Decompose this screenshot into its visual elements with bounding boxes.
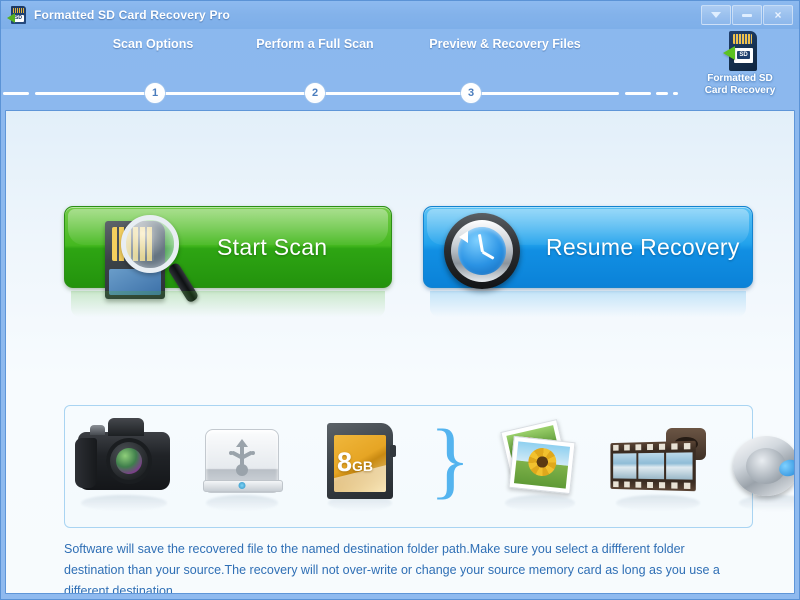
photos-icon bbox=[481, 406, 599, 527]
resume-recovery-label: Resume Recovery bbox=[546, 233, 740, 260]
content-area: Start Scan Resume Recovery 8GB} Softwar… bbox=[5, 110, 795, 594]
sd-card-capacity-icon: 8GB bbox=[301, 406, 419, 527]
sd-card-magnifier-icon bbox=[87, 213, 200, 313]
step-label-3: Preview & Recovery Files bbox=[429, 37, 581, 51]
step-track-dashes-left bbox=[1, 92, 29, 95]
close-button[interactable]: × bbox=[763, 5, 793, 25]
step-label-1: Scan Options bbox=[112, 37, 194, 51]
step-marker-1[interactable]: 1 bbox=[145, 83, 165, 103]
minimize-button[interactable] bbox=[732, 5, 762, 25]
video-film-icon bbox=[599, 406, 717, 527]
step-label-2: Perform a Full Scan bbox=[256, 37, 374, 51]
sd-capacity-unit: GB bbox=[352, 457, 374, 474]
menu-button[interactable] bbox=[701, 5, 731, 25]
title-bar: SD Formatted SD Card Recovery Pro × bbox=[1, 1, 799, 29]
clock-restore-icon bbox=[444, 213, 524, 291]
action-buttons: Start Scan Resume Recovery bbox=[6, 206, 794, 326]
media-types-panel: 8GB } bbox=[64, 405, 794, 528]
sd-card-label: SD bbox=[737, 51, 750, 59]
brace-glyph: } bbox=[429, 411, 471, 508]
step-marker-3[interactable]: 3 bbox=[461, 83, 481, 103]
sd-capacity-number: 8 bbox=[337, 446, 353, 477]
brace-separator: } bbox=[419, 406, 481, 527]
sd-card-icon: SD bbox=[723, 31, 757, 71]
app-window: SD Formatted SD Card Recovery Pro × Scan… bbox=[0, 0, 800, 600]
recovery-arrow-icon bbox=[723, 46, 735, 60]
step-track-line bbox=[35, 92, 619, 95]
product-logo-line1: Formatted SD bbox=[707, 73, 773, 84]
step-track: 1 2 3 bbox=[3, 83, 678, 103]
minimize-icon bbox=[742, 13, 752, 17]
destination-note: Software will save the recovered file to… bbox=[64, 542, 720, 594]
app-icon: SD bbox=[7, 6, 27, 24]
step-labels: Scan Options Perform a Full Scan Preview… bbox=[1, 37, 799, 55]
chevron-down-icon bbox=[711, 12, 721, 18]
step-marker-2[interactable]: 2 bbox=[305, 83, 325, 103]
camera-icon bbox=[65, 406, 183, 527]
window-controls: × bbox=[701, 5, 793, 25]
audio-speaker-icon bbox=[717, 406, 794, 527]
wizard-steps: Scan Options Perform a Full Scan Preview… bbox=[1, 29, 799, 109]
usb-drive-icon bbox=[183, 406, 301, 527]
window-title: Formatted SD Card Recovery Pro bbox=[34, 8, 231, 22]
product-logo-line2: Card Recovery bbox=[704, 85, 776, 96]
start-scan-label: Start Scan bbox=[217, 233, 328, 260]
step-track-dashes-right bbox=[625, 92, 678, 95]
resume-recovery-button[interactable]: Resume Recovery bbox=[423, 206, 753, 317]
product-logo: SD Formatted SD Card Recovery bbox=[691, 31, 789, 97]
start-scan-button[interactable]: Start Scan bbox=[64, 206, 392, 317]
